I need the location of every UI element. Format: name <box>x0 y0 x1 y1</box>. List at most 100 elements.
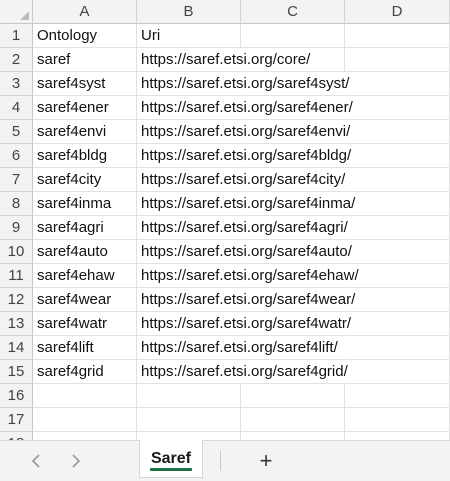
cell-d[interactable] <box>345 312 450 336</box>
cell-d[interactable] <box>345 384 450 408</box>
chevron-right-icon[interactable] <box>64 449 88 473</box>
cell-d[interactable] <box>345 240 450 264</box>
row-header[interactable]: 7 <box>0 168 33 192</box>
row-header[interactable]: 9 <box>0 216 33 240</box>
cell-a[interactable]: saref4inma <box>33 192 137 216</box>
cell-d[interactable] <box>345 432 450 440</box>
cell-d[interactable] <box>345 144 450 168</box>
table-row: 5 saref4envi https://saref.etsi.org/saref4… <box>0 120 450 144</box>
cell-a[interactable]: saref4city <box>33 168 137 192</box>
cell-d[interactable] <box>345 216 450 240</box>
cell-d[interactable] <box>345 48 450 72</box>
table-row: 8 saref4inma https://saref.etsi.org/saref4… <box>0 192 450 216</box>
cell-a[interactable]: saref4bldg <box>33 144 137 168</box>
cell-d[interactable] <box>345 288 450 312</box>
row-header[interactable]: 12 <box>0 288 33 312</box>
row-header[interactable]: 6 <box>0 144 33 168</box>
select-all-corner[interactable] <box>0 0 33 24</box>
cell-b[interactable]: https://saref.etsi.org/saref4envi/ <box>137 120 350 144</box>
table-row: 10 saref4auto https://saref.etsi.org/saref… <box>0 240 450 264</box>
cell-b[interactable]: https://saref.etsi.org/saref4wear/ <box>137 288 355 312</box>
column-header-c[interactable]: C <box>241 0 345 24</box>
cell-b[interactable]: https://saref.etsi.org/saref4city/ <box>137 168 345 192</box>
table-row: 2 saref https://saref.etsi.org/core/ <box>0 48 450 72</box>
cell-c[interactable] <box>241 24 345 48</box>
plus-icon: + <box>259 448 273 473</box>
cell-b[interactable]: https://saref.etsi.org/saref4syst/ <box>137 72 349 96</box>
cell-b[interactable] <box>137 408 241 432</box>
cell-b[interactable]: https://saref.etsi.org/saref4ener/ <box>137 96 353 120</box>
cell-d[interactable] <box>345 120 450 144</box>
row-header[interactable]: 2 <box>0 48 33 72</box>
column-headers: A B C D <box>33 0 450 24</box>
cell-d[interactable] <box>345 264 450 288</box>
cell-a[interactable] <box>33 384 137 408</box>
row-header[interactable]: 10 <box>0 240 33 264</box>
cell-b[interactable]: https://saref.etsi.org/saref4lift/ <box>137 336 338 360</box>
cell-d[interactable] <box>345 168 450 192</box>
row-header[interactable]: 8 <box>0 192 33 216</box>
cell-b[interactable]: https://saref.etsi.org/saref4inma/ <box>137 192 355 216</box>
cell-a[interactable]: saref <box>33 48 137 72</box>
cell-a[interactable]: saref4syst <box>33 72 137 96</box>
cell-a[interactable] <box>33 432 137 440</box>
column-header-b[interactable]: B <box>137 0 241 24</box>
column-header-a[interactable]: A <box>33 0 137 24</box>
cell-b[interactable]: https://saref.etsi.org/saref4agri/ <box>137 216 348 240</box>
cell-b[interactable]: https://saref.etsi.org/saref4watr/ <box>137 312 351 336</box>
cell-a[interactable]: saref4ener <box>33 96 137 120</box>
row-header[interactable]: 13 <box>0 312 33 336</box>
cell-b[interactable]: https://saref.etsi.org/saref4bldg/ <box>137 144 351 168</box>
add-sheet-button[interactable]: + <box>254 448 278 473</box>
row-header[interactable]: 1 <box>0 24 33 48</box>
cell-b[interactable] <box>137 384 241 408</box>
row-header[interactable]: 17 <box>0 408 33 432</box>
row-header[interactable]: 15 <box>0 360 33 384</box>
cell-b[interactable]: https://saref.etsi.org/core/ <box>137 48 310 72</box>
cell-a[interactable]: saref4ehaw <box>33 264 137 288</box>
row-header[interactable]: 18 <box>0 432 33 440</box>
cell-a[interactable] <box>33 408 137 432</box>
table-row: 15 saref4grid https://saref.etsi.org/saref… <box>0 360 450 384</box>
row-header[interactable]: 5 <box>0 120 33 144</box>
cell-d[interactable] <box>345 336 450 360</box>
cell-a[interactable]: saref4envi <box>33 120 137 144</box>
cell-b[interactable]: https://saref.etsi.org/saref4auto/ <box>137 240 352 264</box>
chevron-left-icon[interactable] <box>24 449 48 473</box>
row-header[interactable]: 3 <box>0 72 33 96</box>
cell-b[interactable]: Uri <box>137 24 241 48</box>
table-row: 16 <box>0 384 450 408</box>
sheet-tab-bar: Saref + <box>0 440 450 481</box>
cell-d[interactable] <box>345 24 450 48</box>
cell-c[interactable] <box>241 432 345 440</box>
row-header[interactable]: 11 <box>0 264 33 288</box>
cell-d[interactable] <box>345 96 450 120</box>
cell-a[interactable]: saref4agri <box>33 216 137 240</box>
cell-b[interactable]: https://saref.etsi.org/saref4ehaw/ <box>137 264 359 288</box>
spreadsheet-grid[interactable]: A B C D 1 Ontology Uri 2 saref https://saref.… <box>0 0 450 440</box>
table-row: 13 saref4watr https://saref.etsi.org/saref… <box>0 312 450 336</box>
cell-d[interactable] <box>345 192 450 216</box>
table-row: 17 <box>0 408 450 432</box>
cell-d[interactable] <box>345 72 450 96</box>
cell-a[interactable]: saref4grid <box>33 360 137 384</box>
cell-b[interactable]: https://saref.etsi.org/saref4grid/ <box>137 360 348 384</box>
cell-b[interactable] <box>137 432 241 440</box>
column-header-d[interactable]: D <box>345 0 450 24</box>
row-header[interactable]: 16 <box>0 384 33 408</box>
row-header[interactable]: 14 <box>0 336 33 360</box>
cell-a[interactable]: saref4auto <box>33 240 137 264</box>
cell-a[interactable]: Ontology <box>33 24 137 48</box>
table-row: 18 <box>0 432 450 440</box>
sheet-tab-saref[interactable]: Saref <box>139 440 203 478</box>
table-row: 12 saref4wear https://saref.etsi.org/saref… <box>0 288 450 312</box>
rows-container: 1 Ontology Uri 2 saref https://saref.etsi.org… <box>0 24 450 440</box>
cell-c[interactable] <box>241 408 345 432</box>
cell-a[interactable]: saref4wear <box>33 288 137 312</box>
row-header[interactable]: 4 <box>0 96 33 120</box>
cell-a[interactable]: saref4watr <box>33 312 137 336</box>
cell-c[interactable] <box>241 384 345 408</box>
cell-d[interactable] <box>345 408 450 432</box>
cell-a[interactable]: saref4lift <box>33 336 137 360</box>
cell-d[interactable] <box>345 360 450 384</box>
